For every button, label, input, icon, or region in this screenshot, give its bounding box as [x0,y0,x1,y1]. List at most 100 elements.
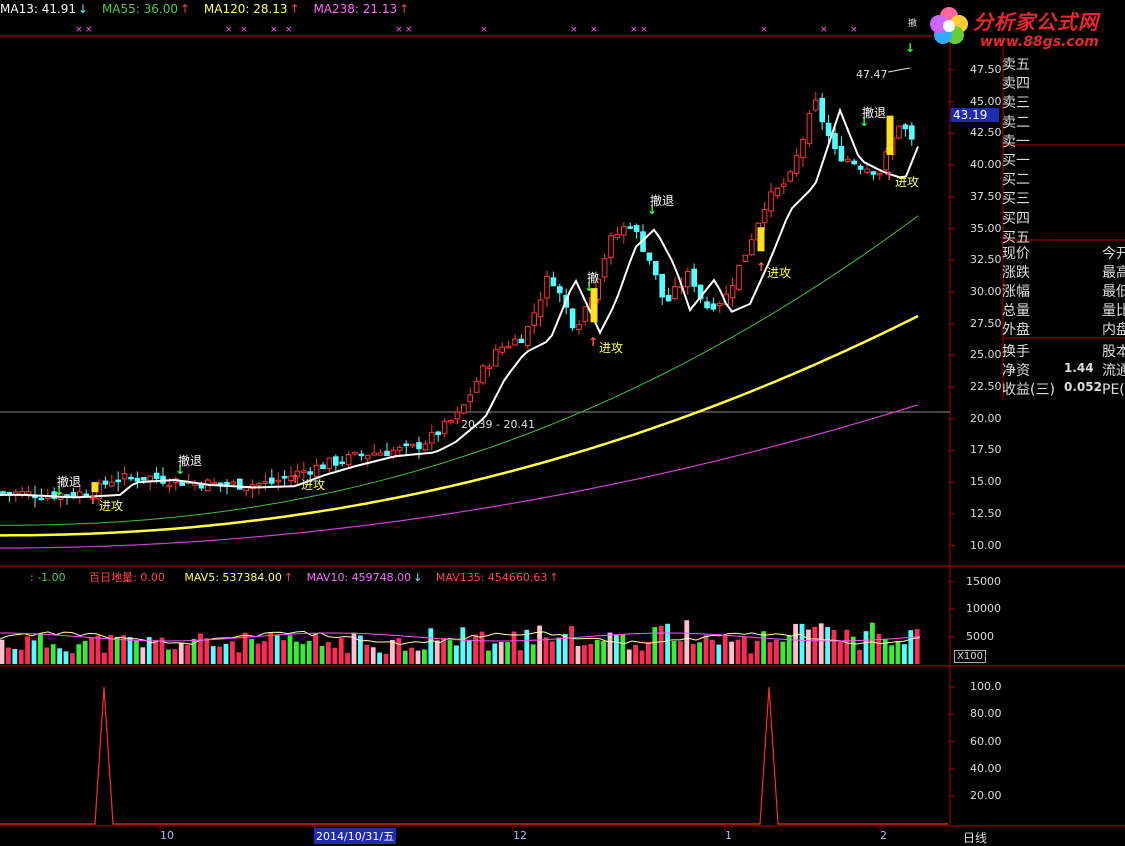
kline-chart[interactable]: × × × × × × × × × × × × × × × ×↓↓↓↓↓↑↑↑↑↑↓ [0,0,1125,846]
quote-right-label: 股本 [1102,344,1125,360]
volume-bar [294,641,299,664]
period-daily-button[interactable]: 日线 [963,829,987,846]
volume-bar [902,644,907,664]
candle-body [646,252,653,261]
quote-label: 换手 [1002,344,1030,360]
flower-logo-icon [930,7,968,44]
volume-bar [767,642,773,664]
volume-bar [454,645,459,664]
volume-bar [914,629,920,664]
volume-bar [31,640,37,664]
attack-label: 进攻 [895,175,920,189]
volume-bar [742,636,747,664]
volume-bar [12,648,18,664]
candle-body [448,420,454,423]
candle-body [243,487,249,492]
top-marker-icon: × [640,25,648,35]
volume-bar [774,639,779,664]
price-tick-label: 37.50 [970,189,1002,203]
volume-bar [857,649,862,664]
volume-bar [287,635,293,664]
volume-bar [217,646,222,664]
volume-bar [140,647,146,664]
price-tick-label: 10.00 [970,538,1002,552]
ma120-label: MA120: 28.13 [203,2,288,16]
volume-bar [6,647,11,664]
oscillator-line [0,686,948,825]
retreat-label: 撤 [587,271,600,285]
volume-bar [396,638,402,664]
candle-body [281,476,288,479]
retreat-label: 撤退 [178,454,203,468]
candle-body [537,299,544,318]
candle-body [557,286,563,294]
volume-bar [223,643,229,664]
volume-bar [895,641,901,664]
candle-body [525,326,531,347]
candle-body [505,345,512,349]
volume-bar [716,644,722,664]
candle-body [377,452,384,456]
price-tick-label: 15.00 [970,475,1002,489]
volume-bar [722,635,728,664]
price-tick-label: 25.00 [970,348,1002,362]
top-marker-icon: × [850,25,858,35]
volume-bar [127,637,133,664]
volume-bar [210,646,216,664]
candle-body [761,209,768,224]
candle-body [217,482,224,485]
volume-bar [748,653,754,664]
volume-bar [614,635,619,664]
top-marker-icon: × [405,25,413,35]
top-signal-tag: 撤 [908,19,918,29]
candle-body [352,451,358,455]
quote-right-label: 最低 [1102,284,1125,300]
candle-body [435,431,441,436]
candle-body [832,133,838,150]
volume-bar [799,623,805,664]
candle-body [819,97,826,123]
volume-bar [95,635,101,664]
ma238-label: MA238: 21.13 [313,2,398,16]
candle-body [473,381,480,393]
volume-bar [876,633,882,664]
candle-body [710,303,717,310]
volume-bar [89,637,94,664]
candle-body [845,158,851,162]
candle-body [896,125,902,139]
volume-bar [230,641,235,664]
volume-bar [338,638,344,664]
volume-bar [345,653,350,664]
volume-bar [198,633,203,664]
quote-row: 净资 1.44 流通 [1002,360,1125,380]
volume-bar [274,635,280,664]
candle-body [141,477,147,481]
orderbook-row: 买一 [1002,153,1030,169]
volume-legend: : -1.00 百日地量: 0.00 MAV5: 537384.00 ↑ MAV1… [30,569,561,585]
candle-body [608,235,614,258]
price-tick-label: 30.00 [970,284,1002,298]
price-tick-label: 47.50 [970,63,1002,76]
volume-bar [588,644,594,664]
volume-bar [422,649,427,664]
candle-body [531,312,538,326]
candle-body [166,484,173,488]
volume-bar [780,641,786,664]
price-tick-label: 22.50 [970,380,1002,393]
mav5-arrow-icon: ↑ [283,571,294,584]
volume-bar [57,648,62,664]
attack-label: 进攻 [99,499,124,513]
volume-bar [844,629,850,664]
candle-body [416,442,422,450]
volume-bar [594,639,600,664]
candle-body [717,303,723,307]
oscillator-tick-label: 20.00 [970,789,1002,803]
volume-bar [306,640,312,664]
volume-bar [838,641,843,664]
candle-body [121,473,128,480]
candle-body [768,191,774,212]
candle-body [614,234,621,239]
orderbook-row: 卖二 [1002,114,1030,131]
volume-bar [390,640,395,664]
volume-bar [825,627,830,664]
